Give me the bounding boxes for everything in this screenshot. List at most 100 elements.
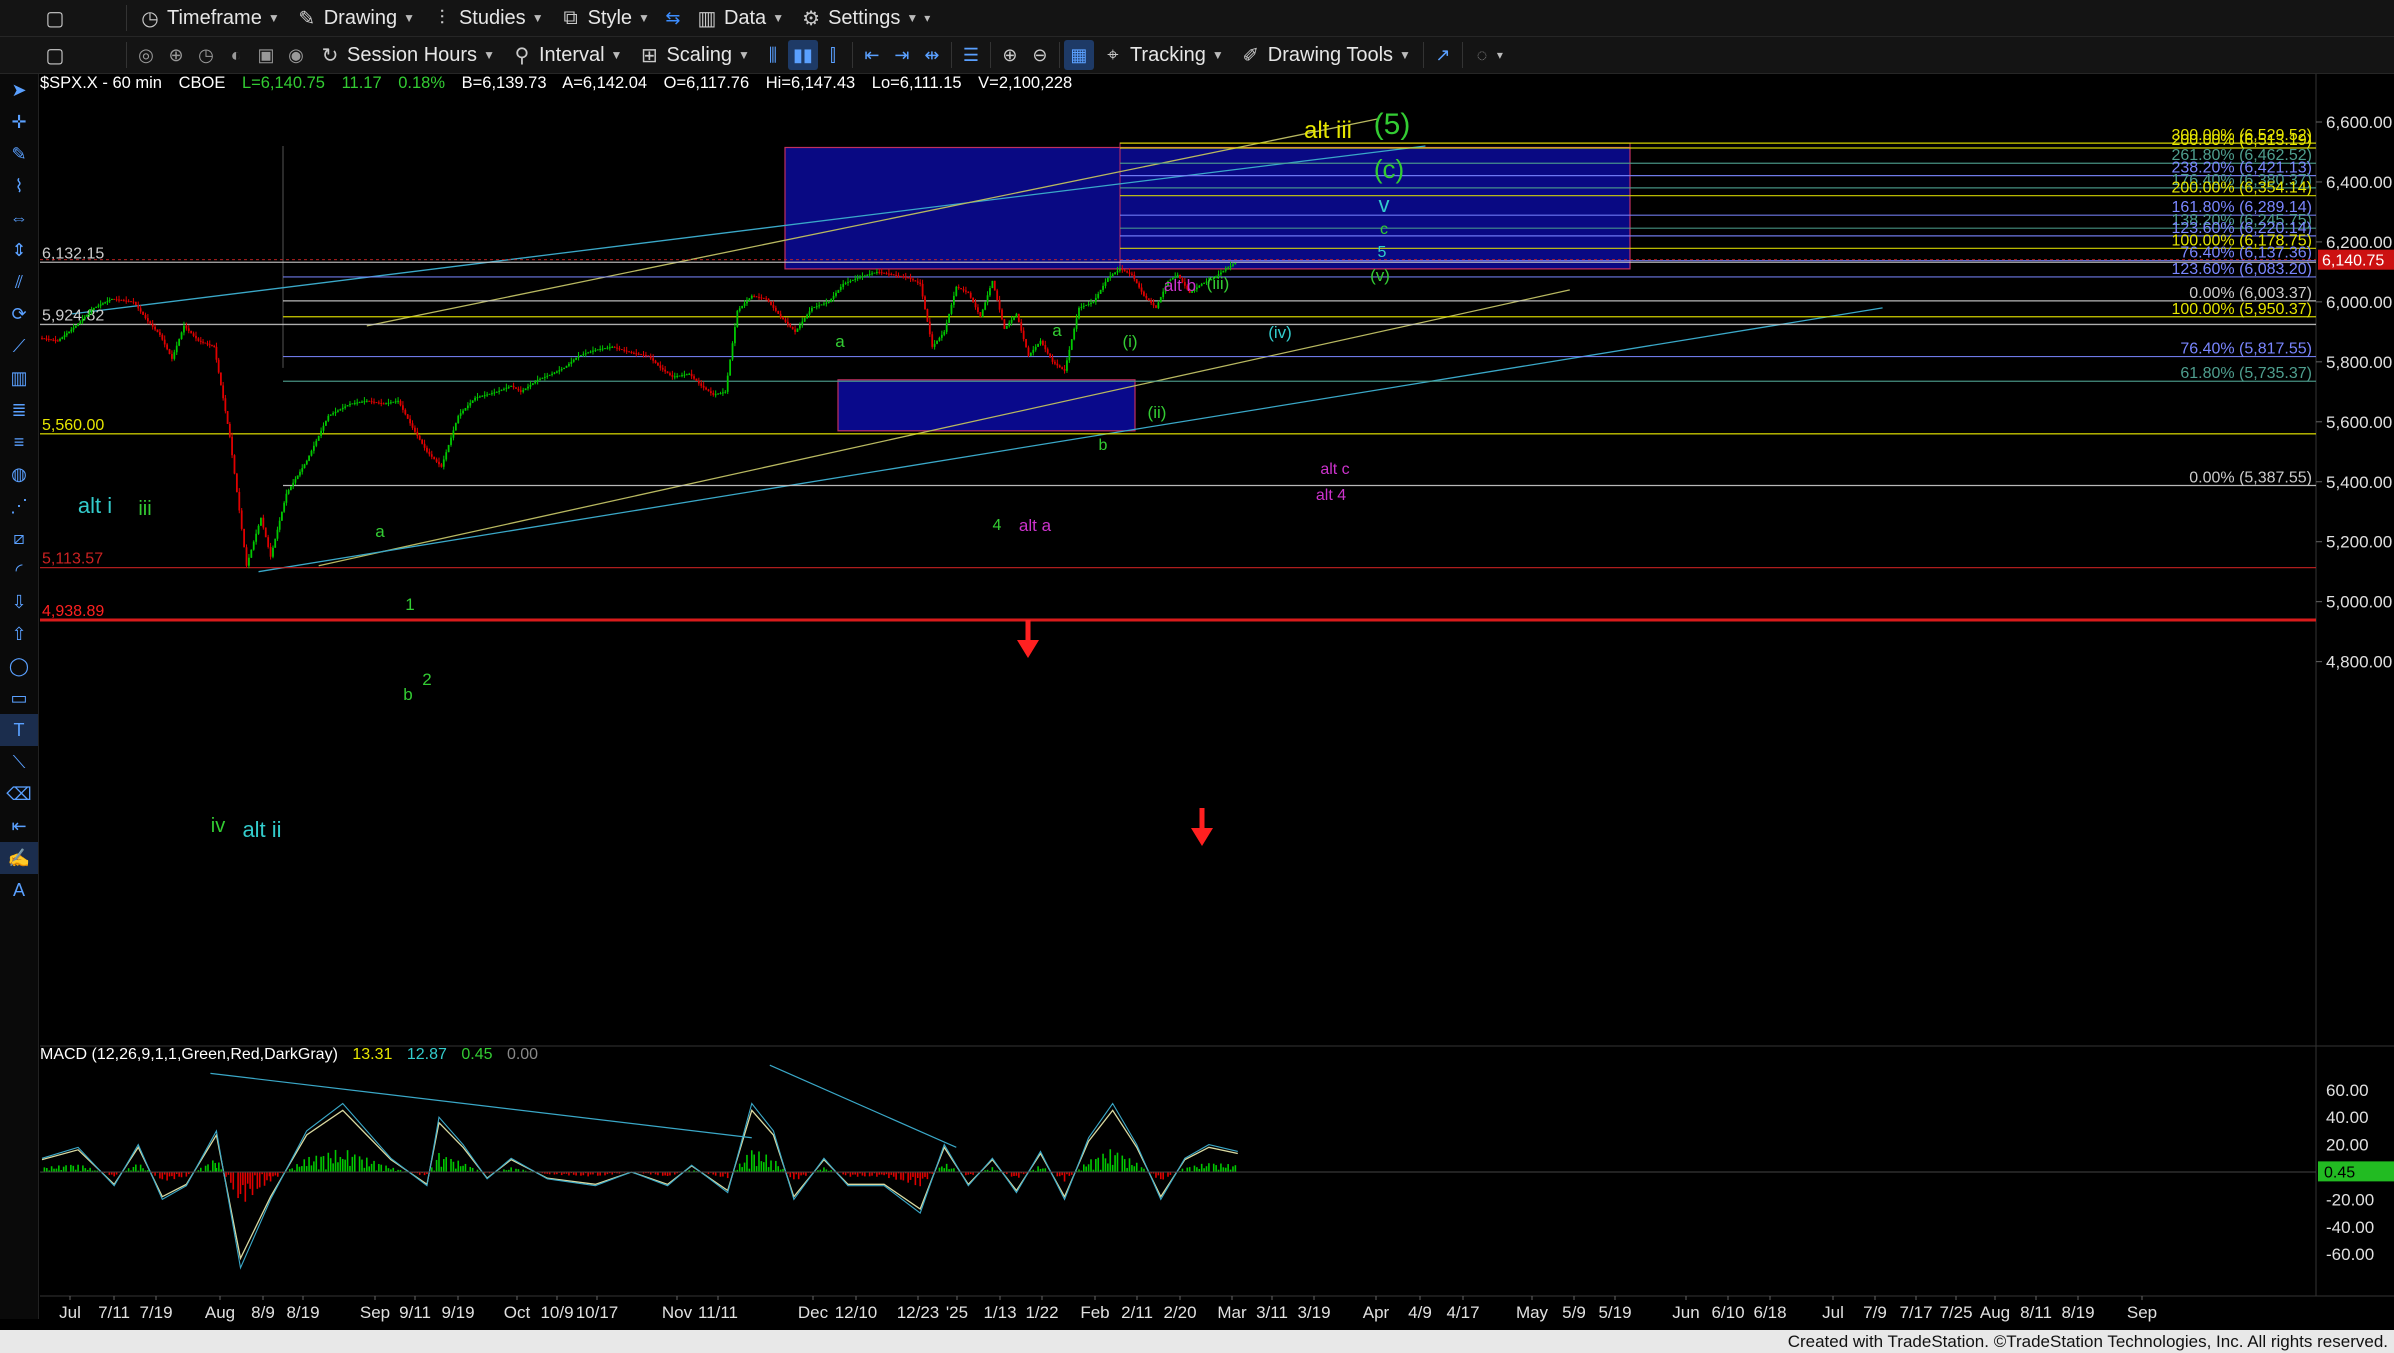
candle-body [909, 277, 912, 280]
candle-body [589, 351, 592, 353]
candle-body [154, 326, 156, 330]
candle-body [79, 321, 82, 324]
candle-body [317, 435, 320, 441]
macd-histogram-bar [775, 1160, 777, 1172]
fib-label-12: 0.00% (6,003.37) [2189, 285, 2312, 302]
candle-body [137, 305, 140, 309]
candle-body [505, 387, 508, 389]
candle-body [308, 455, 310, 461]
candle-body [500, 389, 503, 391]
candle-body [981, 309, 984, 317]
candle-body [688, 373, 691, 375]
candle-body [1155, 305, 1157, 308]
macd-label[interactable]: MACD (12,26,9,1,1,Green,Red,DarkGray) [40, 1046, 338, 1063]
wave-label-15: alt b [1164, 276, 1196, 295]
macd-histogram-bar [722, 1172, 724, 1177]
macd-histogram-bar [440, 1166, 443, 1172]
time-tick-label-33: 6/10 [1711, 1303, 1744, 1322]
candle-body [1200, 283, 1203, 286]
time-tick-label-35: Jul [1822, 1303, 1844, 1322]
macd-histogram-bar [1131, 1165, 1133, 1172]
macd-histogram-bar [743, 1162, 746, 1172]
candle-body [825, 302, 828, 304]
candle-body [125, 300, 128, 302]
candle-body [960, 288, 962, 290]
candle-body [1114, 272, 1116, 275]
macd-histogram-bar [805, 1172, 807, 1176]
macd-histogram-bar [272, 1172, 274, 1177]
macd-histogram-bar [777, 1166, 780, 1172]
candle-body [1147, 298, 1150, 301]
candle-body [823, 303, 825, 305]
macd-histogram-bar [767, 1167, 770, 1172]
macd-histogram-bar [950, 1168, 953, 1172]
candle-body [1143, 291, 1145, 296]
candle-body [1046, 349, 1049, 354]
candle-body [59, 338, 61, 341]
candle-body [399, 400, 402, 406]
candle-body [575, 357, 578, 360]
candle-body [755, 296, 758, 298]
candle-body [849, 280, 852, 282]
macd-info-line: MACD (12,26,9,1,1,Green,Red,DarkGray) 13… [40, 1046, 548, 1064]
candle-body [430, 454, 433, 457]
high-price: Hi=6,147.43 [765, 74, 856, 92]
macd-histogram-bar [322, 1156, 325, 1172]
macd-histogram-bar [1208, 1163, 1210, 1172]
candle-body [248, 557, 250, 566]
candle-body [471, 400, 474, 403]
price-tick-label-1: 6,400.00 [2326, 173, 2392, 192]
candle-body [478, 396, 481, 398]
chart-canvas[interactable]: 6,132.155,924.825,560.005,113.574,938.89… [0, 0, 2394, 1330]
candle-body [132, 301, 135, 303]
macd-histogram-bar [943, 1168, 946, 1172]
candle-body [531, 383, 534, 385]
macd-histogram-bar [246, 1172, 249, 1184]
candle-body [208, 344, 211, 346]
candle-body [839, 286, 842, 290]
candle-body [190, 330, 193, 334]
candle-body [890, 274, 893, 276]
macd-histogram-bar [313, 1161, 315, 1172]
wave-label-1: iii [138, 498, 151, 520]
macd-histogram-bar [43, 1167, 46, 1172]
macd-histogram-bar [327, 1152, 330, 1172]
time-tick-label-19: 1/22 [1025, 1303, 1058, 1322]
wave-label-13: (i) [1122, 332, 1137, 351]
macd-histogram-bar [916, 1172, 919, 1178]
time-tick-label-11: 10/17 [576, 1303, 619, 1322]
candle-body [1121, 268, 1124, 271]
candle-body [1111, 274, 1114, 277]
candle-body [510, 385, 513, 387]
candle-body [77, 323, 79, 326]
macd-histogram-bar [755, 1166, 758, 1172]
macd-histogram-bar [450, 1158, 452, 1172]
price-axis: 6,600.00 6,400.00 6,200.00 6,000.00 5,800.00… [2316, 113, 2394, 672]
macd-histogram-bar [230, 1172, 232, 1183]
upper-target-zone [784, 146, 1631, 270]
macd-histogram-bar [249, 1172, 251, 1189]
candle-body [118, 299, 120, 301]
macd-histogram-bar [334, 1149, 337, 1172]
time-tick-label-14: Dec [798, 1303, 829, 1322]
symbol-label[interactable]: $SPX.X - 60 min [40, 74, 162, 92]
candle-body [377, 402, 380, 404]
macd-histogram-bar [361, 1159, 363, 1172]
candle-body [285, 493, 288, 503]
macd-histogram-bar [204, 1165, 207, 1172]
candle-body [1080, 306, 1083, 308]
price-tick-label-0: 6,600.00 [2326, 113, 2392, 132]
macd-histogram-bar [856, 1172, 859, 1177]
candle-body [353, 402, 356, 404]
macd-histogram-bar [329, 1158, 332, 1172]
candle-body [503, 388, 505, 390]
candle-body [1061, 367, 1064, 370]
time-tick-label-36: 7/9 [1863, 1303, 1887, 1322]
wave-label-23: alt iii [1304, 117, 1352, 144]
candle-body [1227, 267, 1230, 269]
wave-label-4: a [375, 522, 385, 541]
candle-body [447, 444, 450, 453]
candle-body [912, 279, 914, 281]
candle-body [301, 468, 304, 472]
wave-label-18: (v) [1370, 266, 1390, 285]
